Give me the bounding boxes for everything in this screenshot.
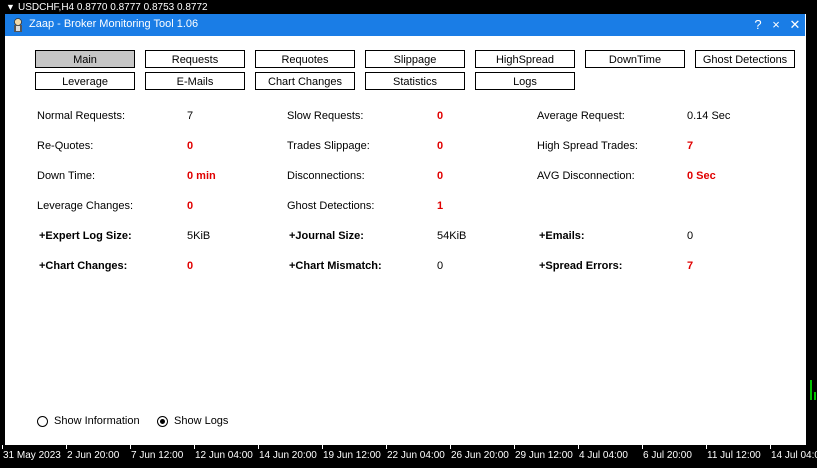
tab-highspread[interactable]: HighSpread bbox=[475, 50, 575, 68]
axis-label: 14 Jun 20:00 bbox=[259, 450, 317, 461]
radio-checked-icon[interactable] bbox=[157, 415, 168, 427]
expert-log-size-label: +Expert Log Size: bbox=[39, 230, 132, 242]
axis-label: 22 Jun 04:00 bbox=[387, 450, 445, 461]
tab-requotes[interactable]: Requotes bbox=[255, 50, 355, 68]
axis-tick bbox=[2, 445, 3, 449]
axis-label: 29 Jun 12:00 bbox=[515, 450, 573, 461]
price-bar bbox=[814, 392, 816, 400]
down-time-label: Down Time: bbox=[37, 170, 96, 182]
chart-menu-arrow-icon[interactable]: ▼ bbox=[6, 2, 15, 12]
axis-label: 19 Jun 12:00 bbox=[323, 450, 381, 461]
chart-symbol-quote: USDCHF,H4 0.8770 0.8777 0.8753 0.8772 bbox=[18, 2, 208, 13]
chart-mismatch-value: 0 bbox=[437, 260, 444, 272]
axis-tick bbox=[642, 445, 643, 449]
disconnections-label: Disconnections: bbox=[287, 170, 365, 182]
tab-leverage[interactable]: Leverage bbox=[35, 72, 135, 90]
chart-changes-value: 0 bbox=[187, 260, 194, 272]
slow-requests-label: Slow Requests: bbox=[287, 110, 364, 122]
price-bar bbox=[810, 380, 812, 400]
avg-disconnection-value: 0 Sec bbox=[687, 170, 716, 182]
down-time-value: 0 min bbox=[187, 170, 216, 182]
trades-slippage-label: Trades Slippage: bbox=[287, 140, 370, 152]
axis-label: 14 Jul 04:00 bbox=[771, 450, 817, 461]
journal-size-value: 54KiB bbox=[437, 230, 467, 242]
chart-changes-label: +Chart Changes: bbox=[39, 260, 128, 272]
chart-mismatch-label: +Chart Mismatch: bbox=[289, 260, 382, 272]
help-button[interactable]: ? bbox=[749, 15, 767, 35]
trades-slippage-value: 0 bbox=[437, 140, 444, 152]
avg-disconnection-label: AVG Disconnection: bbox=[537, 170, 635, 182]
tab-emails[interactable]: E-Mails bbox=[145, 72, 245, 90]
requotes-label: Re-Quotes: bbox=[37, 140, 94, 152]
slow-requests-value: 0 bbox=[437, 110, 444, 122]
radio-unchecked-icon[interactable] bbox=[37, 415, 48, 427]
axis-tick bbox=[130, 445, 131, 449]
requotes-value: 0 bbox=[187, 140, 194, 152]
high-spread-trades-label: High Spread Trades: bbox=[537, 140, 638, 152]
average-request-value: 0.14 Sec bbox=[687, 110, 731, 122]
tab-requests[interactable]: Requests bbox=[145, 50, 245, 68]
spread-errors-label: +Spread Errors: bbox=[539, 260, 623, 272]
axis-label: 7 Jun 12:00 bbox=[131, 450, 184, 461]
broker-monitor-window: Zaap - Broker Monitoring Tool 1.06 ? × ✕… bbox=[5, 14, 805, 445]
show-information-radio[interactable]: Show Information bbox=[37, 415, 140, 427]
emails-label: +Emails: bbox=[539, 230, 585, 242]
axis-tick bbox=[386, 445, 387, 449]
leverage-changes-label: Leverage Changes: bbox=[37, 200, 134, 212]
disconnections-value: 0 bbox=[437, 170, 444, 182]
axis-tick bbox=[258, 445, 259, 449]
show-logs-radio[interactable]: Show Logs bbox=[157, 415, 228, 427]
journal-size-label: +Journal Size: bbox=[289, 230, 364, 242]
tab-ghost-detections[interactable]: Ghost Detections bbox=[695, 50, 795, 68]
ghost-detections-value: 1 bbox=[437, 200, 444, 212]
ghost-detections-label: Ghost Detections: bbox=[287, 200, 375, 212]
axis-label: 4 Jul 04:00 bbox=[579, 450, 628, 461]
tab-chart-changes[interactable]: Chart Changes bbox=[255, 72, 355, 90]
axis-label: 6 Jul 20:00 bbox=[643, 450, 692, 461]
axis-tick bbox=[194, 445, 195, 449]
app-logo-icon bbox=[14, 18, 22, 32]
average-request-label: Average Request: bbox=[537, 110, 625, 122]
axis-tick bbox=[322, 445, 323, 449]
normal-requests-label: Normal Requests: bbox=[37, 110, 126, 122]
show-information-label: Show Information bbox=[54, 415, 140, 427]
axis-label: 12 Jun 04:00 bbox=[195, 450, 253, 461]
axis-label: 2 Jun 20:00 bbox=[67, 450, 120, 461]
minimize-button[interactable]: × bbox=[767, 15, 785, 35]
leverage-changes-value: 0 bbox=[187, 200, 194, 212]
close-button[interactable]: ✕ bbox=[786, 15, 804, 35]
tab-downtime[interactable]: DownTime bbox=[585, 50, 685, 68]
normal-requests-value: 7 bbox=[187, 110, 194, 122]
axis-label: 11 Jul 12:00 bbox=[707, 450, 761, 461]
axis-tick bbox=[706, 445, 707, 449]
emails-value: 0 bbox=[687, 230, 694, 242]
axis-tick bbox=[66, 445, 67, 449]
expert-log-size-value: 5KiB bbox=[187, 230, 211, 242]
spread-errors-value: 7 bbox=[687, 260, 694, 272]
tab-slippage[interactable]: Slippage bbox=[365, 50, 465, 68]
show-logs-label: Show Logs bbox=[174, 415, 229, 427]
axis-label: 31 May 2023 bbox=[3, 450, 61, 461]
axis-tick bbox=[770, 445, 771, 449]
tab-statistics[interactable]: Statistics bbox=[365, 72, 465, 90]
window-titlebar[interactable]: Zaap - Broker Monitoring Tool 1.06 ? × ✕ bbox=[5, 14, 805, 36]
axis-tick bbox=[578, 445, 579, 449]
axis-label: 26 Jun 20:00 bbox=[451, 450, 509, 461]
chart-time-axis: 31 May 2023 2 Jun 20:00 7 Jun 12:00 12 J… bbox=[0, 445, 817, 468]
window-title: Zaap - Broker Monitoring Tool 1.06 bbox=[29, 18, 199, 30]
axis-tick bbox=[450, 445, 451, 449]
tab-logs[interactable]: Logs bbox=[475, 72, 575, 90]
tab-main[interactable]: Main bbox=[35, 50, 135, 68]
high-spread-trades-value: 7 bbox=[687, 140, 694, 152]
chart-price-scale-border bbox=[805, 14, 806, 445]
axis-tick bbox=[514, 445, 515, 449]
